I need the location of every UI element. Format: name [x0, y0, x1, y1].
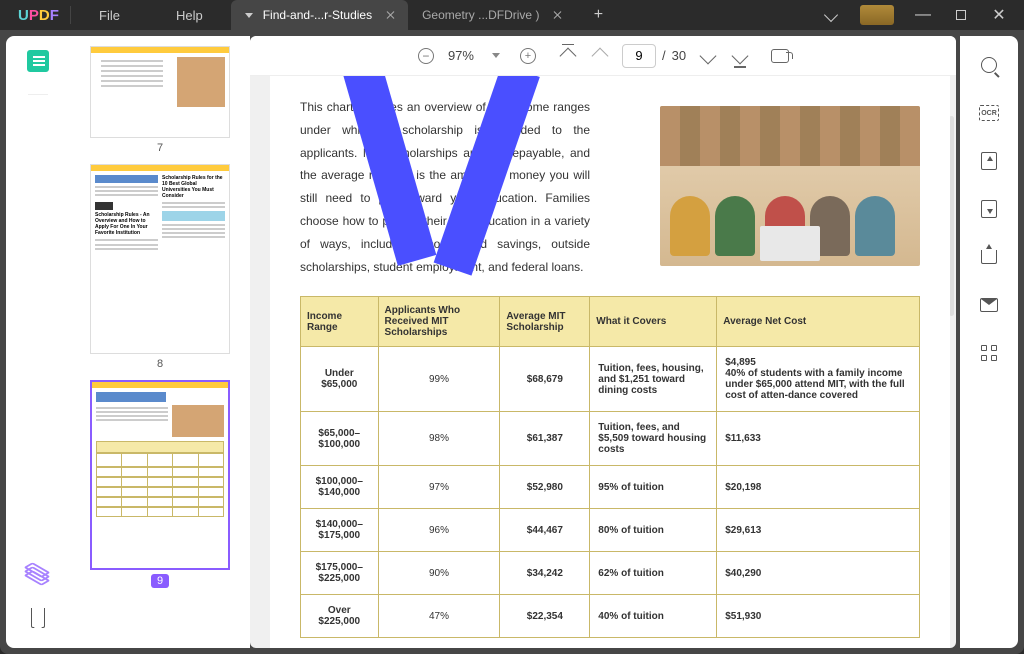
document-area: − 97% + / 30	[250, 36, 956, 648]
maximize-button[interactable]	[944, 3, 978, 27]
table-row: $175,000–$225,00090%$34,24262% of tuitio…	[301, 552, 920, 595]
page-input-group: / 30	[622, 44, 686, 68]
next-page-button[interactable]	[698, 46, 718, 66]
app-logo: UPDF	[0, 7, 70, 24]
table-row: Under $65,00099%$68,679Tuition, fees, ho…	[301, 347, 920, 412]
first-page-button[interactable]	[558, 46, 578, 66]
page-input[interactable]	[622, 44, 656, 68]
minimize-button[interactable]: —	[906, 3, 940, 27]
add-tab-button[interactable]: +	[585, 2, 611, 28]
zoom-value: 97%	[448, 48, 474, 63]
table-row: $140,000–$175,00096%$44,46780% of tuitio…	[301, 509, 920, 552]
zoom-out-button[interactable]: −	[416, 46, 436, 66]
thumbnail-8[interactable]: Scholarship Rules - An Overview and How …	[90, 164, 230, 372]
menu-file[interactable]: File	[71, 8, 148, 23]
clipboard-icon[interactable]	[23, 209, 53, 233]
document-image	[660, 106, 920, 266]
page-total: 30	[672, 48, 686, 63]
col-applicants: Applicants Who Received MIT Scholarships	[378, 297, 500, 347]
doc-toolbar: − 97% + / 30	[250, 36, 956, 76]
close-button[interactable]: ✕	[982, 3, 1016, 27]
tab-label: Find-and-...r-Studies	[263, 8, 372, 22]
body-paragraph: This chart provides an overview of the i…	[300, 96, 590, 278]
page-content: This chart provides an overview of the i…	[270, 76, 950, 648]
thumbnail-panel: 7 Scholarship Rules - An Overview and Ho…	[70, 36, 250, 648]
thumb-number: 9	[151, 574, 169, 588]
last-page-button[interactable]	[730, 46, 750, 66]
zoom-dropdown-icon[interactable]	[486, 46, 506, 66]
close-icon[interactable]	[386, 11, 394, 19]
thumbnail-9[interactable]: 9	[90, 380, 230, 589]
table-row: Over $225,00047%$22,35440% of tuition$51…	[301, 595, 920, 638]
export-icon[interactable]	[978, 198, 1000, 220]
close-icon[interactable]	[553, 11, 561, 19]
col-covers: What it Covers	[590, 297, 717, 347]
apps-icon[interactable]	[978, 342, 1000, 364]
highlighter-icon[interactable]	[23, 117, 53, 141]
titlebar: UPDF File Help Find-and-...r-Studies Geo…	[0, 0, 1024, 30]
table-row: $100,000–$140,00097%$52,98095% of tuitio…	[301, 466, 920, 509]
tab-active[interactable]: Find-and-...r-Studies	[231, 0, 408, 30]
presentation-icon[interactable]	[770, 46, 790, 66]
table-header-row: Income Range Applicants Who Received MIT…	[301, 297, 920, 347]
thumb-number: 8	[157, 358, 163, 370]
page-tool-icon[interactable]	[23, 255, 53, 279]
right-rail: OCR	[960, 36, 1018, 648]
left-rail	[6, 36, 70, 648]
share-icon[interactable]	[978, 246, 1000, 268]
col-net-cost: Average Net Cost	[717, 297, 920, 347]
table-row: $65,000–$100,00098%$61,387Tuition, fees,…	[301, 412, 920, 466]
col-income: Income Range	[301, 297, 379, 347]
tab-strip: Find-and-...r-Studies Geometry ...DFDriv…	[231, 0, 814, 30]
menu-help[interactable]: Help	[148, 8, 231, 23]
mail-icon[interactable]	[978, 294, 1000, 316]
scholarship-table: Income Range Applicants Who Received MIT…	[300, 296, 920, 638]
edit-text-icon[interactable]	[23, 163, 53, 187]
tab-inactive[interactable]: Geometry ...DFDrive )	[408, 0, 575, 30]
convert-icon[interactable]	[978, 150, 1000, 172]
layers-icon[interactable]	[23, 564, 53, 588]
prev-page-button[interactable]	[590, 46, 610, 66]
ocr-icon[interactable]: OCR	[978, 102, 1000, 124]
thumbnail-7[interactable]: 7	[90, 46, 230, 156]
bookmark-icon[interactable]	[23, 606, 53, 630]
chevron-down-icon[interactable]	[814, 3, 848, 27]
search-icon[interactable]	[978, 54, 1000, 76]
copy-icon[interactable]	[23, 301, 53, 325]
tab-dropdown-icon[interactable]	[245, 13, 253, 18]
tab-label: Geometry ...DFDrive )	[422, 8, 539, 22]
reader-mode-icon[interactable]	[27, 50, 49, 72]
premium-badge[interactable]	[860, 5, 894, 25]
page-sep: /	[662, 48, 666, 63]
zoom-in-button[interactable]: +	[518, 46, 538, 66]
page-viewport[interactable]: This chart provides an overview of the i…	[250, 76, 956, 648]
col-avg-scholarship: Average MIT Scholarship	[500, 297, 590, 347]
thumb-number: 7	[157, 142, 163, 154]
